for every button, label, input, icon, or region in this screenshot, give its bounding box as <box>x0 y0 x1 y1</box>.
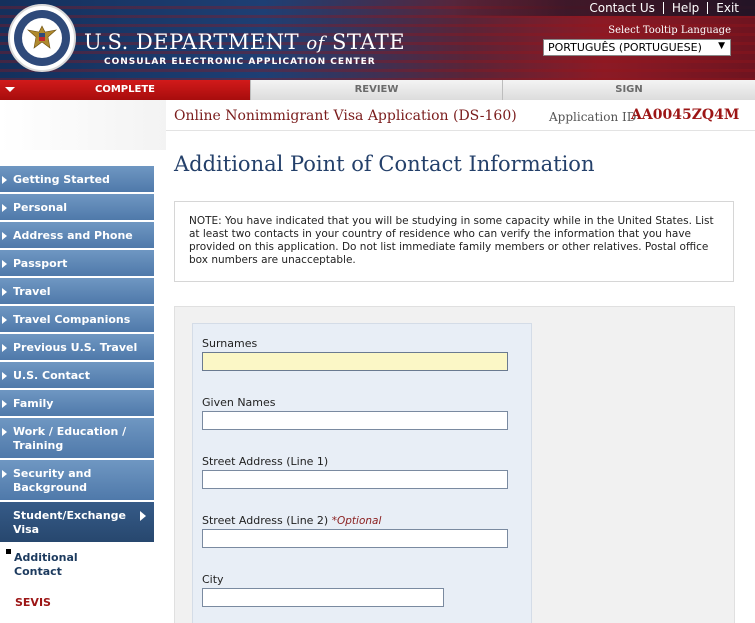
street-address-1-label: Street Address (Line 1) <box>202 455 329 468</box>
sidebar-item-label: Student/Exchange Visa <box>13 509 127 536</box>
chevron-right-icon <box>140 511 146 521</box>
chevron-right-icon <box>2 400 7 408</box>
tab-sign-label: SIGN <box>615 84 643 95</box>
sidebar-item-personal[interactable]: Personal <box>0 194 154 222</box>
top-links: Contact Us Help Exit <box>581 0 747 16</box>
tab-review[interactable]: REVIEW <box>250 80 502 100</box>
page-title: Additional Point of Contact Information <box>174 152 595 176</box>
chevron-right-icon <box>2 428 7 436</box>
sidebar-item-travel-companions[interactable]: Travel Companions <box>0 306 154 334</box>
sidebar-subitem-sevis[interactable]: SEVIS <box>15 596 51 609</box>
surnames-label: Surnames <box>202 337 258 350</box>
sidebar-item-passport[interactable]: Passport <box>0 250 154 278</box>
tooltip-language-value: PORTUGUÊS (PORTUGUESE) <box>548 41 702 54</box>
sidebar-item-label: Security and Background <box>13 467 92 494</box>
tooltip-language-label: Select Tooltip Language <box>608 25 731 36</box>
chevron-right-icon <box>2 470 7 478</box>
application-id-value: AA0045ZQ4M <box>631 107 740 123</box>
chevron-right-icon <box>2 176 7 184</box>
site-header: Contact Us Help Exit U.S. Department of … <box>0 0 755 80</box>
sidebar-item-travel[interactable]: Travel <box>0 278 154 306</box>
chevron-right-icon <box>2 260 7 268</box>
tab-sign[interactable]: SIGN <box>502 80 755 100</box>
sidebar-nav: Getting Started Personal Address and Pho… <box>0 166 154 544</box>
divider <box>166 130 755 131</box>
sidebar-subitem-additional-contact[interactable]: Additional Contact <box>14 551 94 579</box>
sidebar-item-label: Address and Phone <box>13 229 133 242</box>
note-text: NOTE: You have indicated that you will b… <box>189 215 714 266</box>
sidebar-item-label: U.S. Contact <box>13 369 90 382</box>
sidebar-item-label: Personal <box>13 201 68 214</box>
city-label: City <box>202 573 224 586</box>
chevron-right-icon <box>2 204 7 212</box>
sidebar-item-label: Getting Started <box>13 173 110 186</box>
sidebar-item-student-exchange[interactable]: Student/Exchange Visa <box>0 502 154 544</box>
sidebar-item-label: Work / Education / Training <box>13 425 127 452</box>
sidebar-item-label: Travel Companions <box>13 313 131 326</box>
chevron-right-icon <box>2 344 7 352</box>
given-names-input[interactable] <box>202 411 508 430</box>
sidebar-item-security-background[interactable]: Security and Background <box>0 460 154 502</box>
tab-review-label: REVIEW <box>354 84 399 95</box>
sidebar-item-getting-started[interactable]: Getting Started <box>0 166 154 194</box>
tab-complete[interactable]: COMPLETE <box>0 80 250 100</box>
sidebar-item-label: Travel <box>13 285 51 298</box>
application-id-label: Application ID <box>549 110 637 124</box>
tooltip-language-select[interactable]: PORTUGUÊS (PORTUGUESE) ▼ <box>543 39 731 56</box>
chevron-right-icon <box>2 372 7 380</box>
contact-us-link[interactable]: Contact Us <box>581 0 663 16</box>
sidebar-item-previous-us-travel[interactable]: Previous U.S. Travel <box>0 334 154 362</box>
sidebar-item-address-phone[interactable]: Address and Phone <box>0 222 154 250</box>
subheader-fade <box>0 100 166 150</box>
chevron-right-icon <box>2 288 7 296</box>
street-address-2-input[interactable] <box>202 529 508 548</box>
sidebar-item-family[interactable]: Family <box>0 390 154 418</box>
site-subtitle: CONSULAR ELECTRONIC APPLICATION CENTER <box>104 57 376 67</box>
title-of: of <box>306 33 325 54</box>
optional-tag: *Optional <box>331 515 382 527</box>
street-address-1-input[interactable] <box>202 470 508 489</box>
chevron-right-icon <box>2 232 7 240</box>
sidebar-item-us-contact[interactable]: U.S. Contact <box>0 362 154 390</box>
dropdown-arrow-icon: ▼ <box>718 41 725 51</box>
site-title: U.S. Department of State <box>84 30 405 54</box>
help-link[interactable]: Help <box>664 0 707 16</box>
exit-link[interactable]: Exit <box>708 0 747 16</box>
caret-down-icon <box>5 87 15 92</box>
bullet-icon <box>6 549 11 554</box>
department-seal-icon <box>8 4 76 72</box>
tab-complete-label: COMPLETE <box>95 84 155 95</box>
street-address-2-label-text: Street Address (Line 2) <box>202 514 329 527</box>
street-address-2-label: Street Address (Line 2) *Optional <box>202 514 381 527</box>
city-input[interactable] <box>202 588 444 607</box>
chevron-right-icon <box>2 316 7 324</box>
form-title: Online Nonimmigrant Visa Application (DS… <box>174 108 517 124</box>
title-prefix: U.S. Department <box>84 30 300 54</box>
progress-tabs: COMPLETE REVIEW SIGN <box>0 80 755 100</box>
sidebar-item-label: Passport <box>13 257 68 270</box>
sidebar-item-label: Family <box>13 397 54 410</box>
surnames-input[interactable] <box>202 352 508 371</box>
sidebar-item-label: Previous U.S. Travel <box>13 341 138 354</box>
sidebar-item-work-education[interactable]: Work / Education / Training <box>0 418 154 460</box>
title-suffix: State <box>332 30 406 54</box>
given-names-label: Given Names <box>202 396 276 409</box>
